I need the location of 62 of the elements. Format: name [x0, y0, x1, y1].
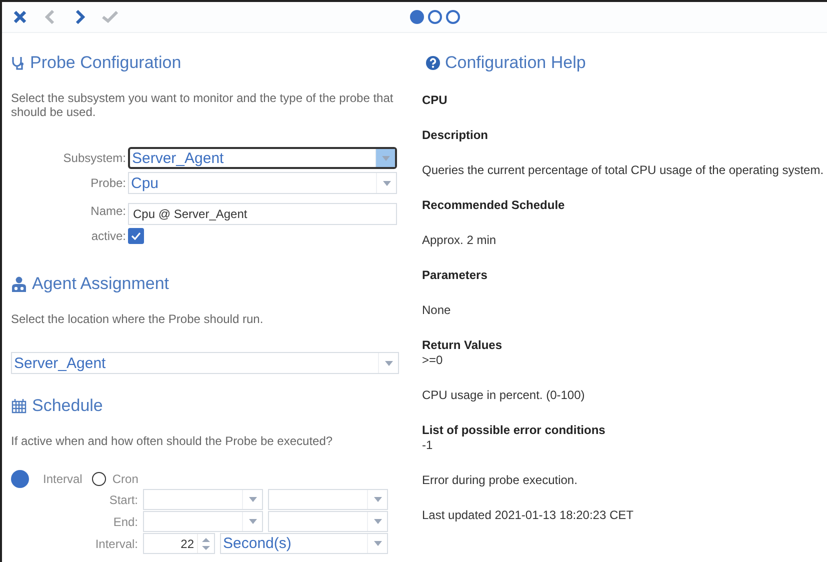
dropdown-field[interactable]: Server_Agent	[128, 147, 397, 169]
stethoscope-icon	[11, 56, 25, 70]
section-description: If active when and how often should the Probe be executed?	[11, 434, 334, 448]
dropdown-field[interactable]	[268, 489, 388, 510]
dropdown-caret-icon	[248, 497, 256, 502]
help-text: Queries the current percentage of total CPU usage of the operating system.	[422, 163, 825, 177]
step-indicator[interactable]	[428, 10, 442, 24]
dropdown-field[interactable]: Server_Agent	[11, 352, 399, 374]
field-label: Interval:	[94, 536, 138, 550]
radio-label: Interval	[43, 472, 82, 486]
dropdown-caret-icon	[374, 541, 382, 546]
help-heading: Parameters	[422, 268, 488, 282]
help-heading: List of possible error conditions	[422, 423, 606, 437]
help-text: None	[422, 303, 452, 317]
user-group-icon	[11, 276, 27, 292]
help-text: Last updated 2021-01-13 18:20:23 CET	[422, 508, 634, 522]
help-heading: Return Values	[422, 338, 504, 352]
check-icon	[102, 11, 118, 23]
section-title: Probe Configuration	[30, 53, 182, 73]
close-icon	[13, 10, 27, 24]
dropdown-field[interactable]: Second(s)	[220, 533, 388, 554]
section-description: Select the location where the Probe should run.	[11, 312, 264, 326]
step-indicator[interactable]	[446, 10, 460, 24]
help-text: -1	[422, 438, 434, 452]
dropdown-field[interactable]	[143, 489, 263, 510]
radio-button[interactable]	[92, 472, 106, 486]
dropdown-field[interactable]	[268, 511, 388, 532]
checkmark-icon	[131, 232, 141, 240]
dropdown-caret-icon	[248, 519, 256, 524]
close-button[interactable]	[12, 9, 28, 25]
checkbox[interactable]	[128, 228, 144, 244]
dropdown-caret-icon	[374, 519, 382, 524]
section-description: Select the subsystem you want to monitor and the type of the probe that should be used.	[11, 91, 394, 119]
help-heading: CPU	[422, 93, 448, 107]
field-label: active:	[90, 229, 127, 243]
dropdown-caret-icon	[382, 180, 390, 186]
dropdown-caret-icon	[382, 156, 390, 160]
dropdown-caret-icon	[384, 360, 392, 366]
section-title: Configuration Help	[445, 53, 586, 73]
calendar-icon	[11, 398, 27, 414]
input-field[interactable]: Cpu @ Server_Agent	[128, 203, 397, 225]
field-label: Probe:	[90, 176, 127, 190]
radio-label: Cron	[112, 472, 138, 486]
field-label: Name:	[90, 204, 127, 218]
number-spinner-field[interactable]: 22	[143, 533, 215, 554]
section-title: Agent Assignment	[32, 274, 170, 294]
help-text: Approx. 2 min	[422, 233, 498, 247]
field-label: Start:	[108, 492, 138, 506]
help-icon	[426, 56, 440, 70]
dropdown-caret-icon	[374, 497, 382, 502]
help-text: Error during probe execution.	[422, 473, 578, 487]
field-label: End:	[112, 514, 138, 528]
help-text: CPU usage in percent. (0-100)	[422, 388, 586, 402]
help-heading: Description	[422, 128, 490, 142]
radio-button[interactable]	[11, 470, 29, 488]
help-text: >=0	[422, 353, 444, 367]
dropdown-field[interactable]	[143, 511, 263, 532]
step-indicator[interactable]	[410, 10, 424, 24]
field-label: Subsystem:	[62, 151, 127, 165]
dropdown-field[interactable]: Cpu	[128, 172, 397, 194]
section-title: Schedule	[32, 396, 103, 416]
help-heading: Recommended Schedule	[422, 198, 566, 212]
